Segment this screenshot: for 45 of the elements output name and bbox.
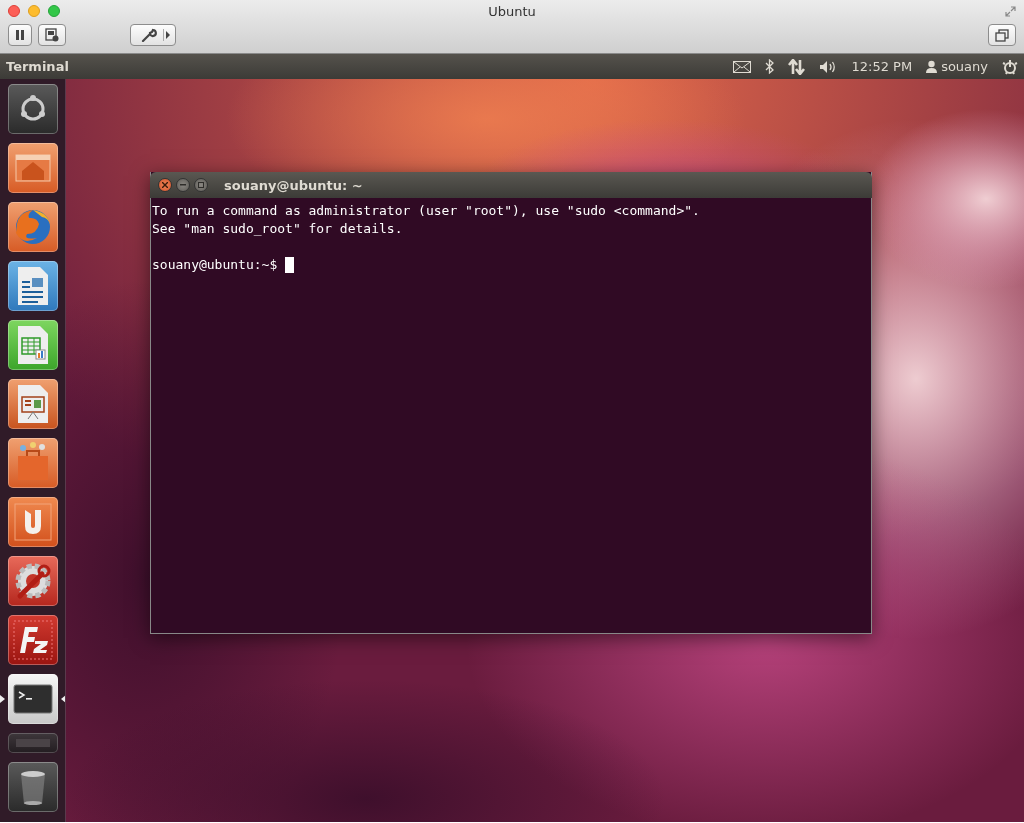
mail-icon[interactable]	[733, 60, 752, 73]
launcher-item[interactable]	[7, 615, 58, 665]
launcher-item[interactable]	[7, 202, 58, 252]
windows-icon	[995, 28, 1009, 42]
close-button[interactable]	[8, 5, 20, 17]
power-icon[interactable]	[1002, 58, 1018, 75]
minimize-icon	[180, 184, 186, 186]
snapshot-button[interactable]	[38, 24, 66, 46]
terminal-output: See "man sudo_root" for details.	[152, 220, 404, 238]
arrow-icon	[163, 29, 171, 41]
restore-button[interactable]	[988, 24, 1016, 46]
terminal-output: To run a command as administrator (user "root"), use "sudo <command>".	[152, 202, 701, 220]
minimize-button[interactable]	[176, 178, 190, 192]
app-name: Terminal	[6, 59, 70, 74]
bluetooth-icon[interactable]	[765, 59, 775, 74]
window-title: souany@ubuntu: ~	[224, 177, 363, 193]
volume-icon[interactable]	[819, 59, 838, 74]
launcher-item[interactable]	[7, 379, 58, 429]
launcher-item[interactable]	[7, 762, 58, 812]
wrench-icon	[141, 28, 157, 42]
launcher-item[interactable]	[7, 674, 58, 724]
fullscreen-icon[interactable]	[1005, 5, 1016, 17]
shell-prompt: souany@ubuntu:~$	[152, 256, 279, 274]
pause-icon	[15, 29, 25, 41]
snapshot-icon	[45, 28, 59, 42]
user-icon	[926, 60, 938, 73]
close-icon	[162, 182, 168, 188]
maximize-button[interactable]	[194, 178, 208, 192]
settings-button[interactable]	[130, 24, 176, 46]
window-title: Ubuntu	[488, 3, 536, 19]
user-name[interactable]: souany	[941, 59, 988, 74]
zoom-button[interactable]	[48, 5, 60, 17]
text-cursor	[285, 257, 295, 273]
maximize-icon	[198, 182, 204, 188]
network-icon[interactable]	[788, 58, 806, 75]
launcher-item[interactable]	[7, 320, 58, 370]
launcher-item[interactable]	[7, 497, 58, 547]
launcher-item[interactable]	[7, 143, 58, 193]
launcher-item[interactable]	[7, 261, 58, 311]
pause-button[interactable]	[8, 24, 32, 46]
launcher-item[interactable]	[7, 84, 58, 134]
launcher-item[interactable]	[7, 556, 58, 606]
clock[interactable]: 12:52 PM	[851, 59, 913, 74]
close-button[interactable]	[158, 178, 172, 192]
launcher-item[interactable]	[7, 438, 58, 488]
